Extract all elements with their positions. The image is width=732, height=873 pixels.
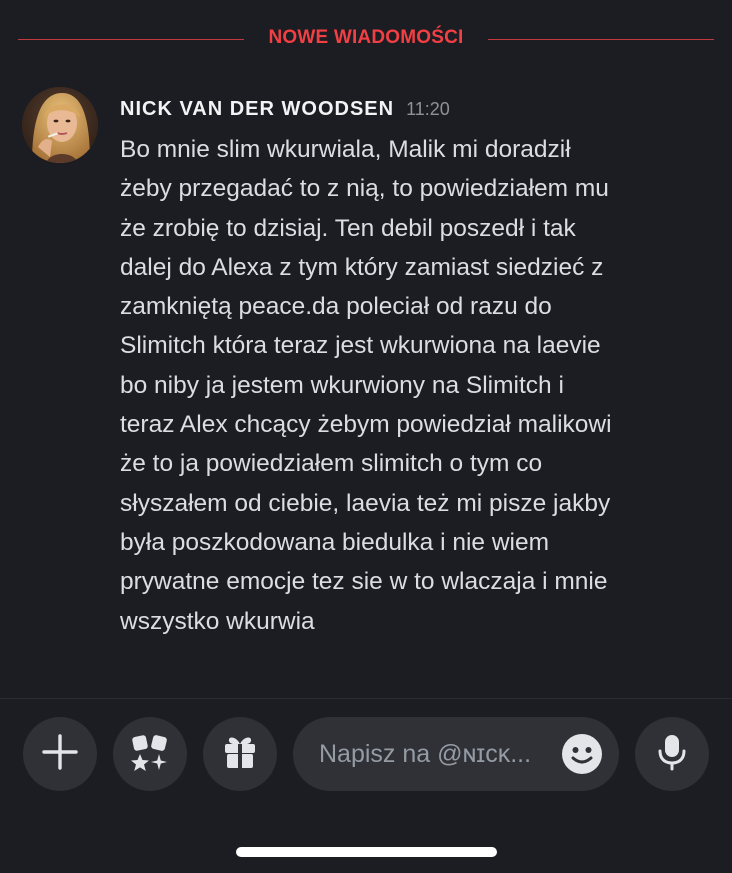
author-name[interactable]: NICK VAN DER WOODSEN <box>120 98 394 120</box>
message-text: Bo mnie slim wkurwiala, Malik mi doradzi… <box>120 136 612 635</box>
message-input[interactable]: Napisz na @ɴɪᴄᴋ... <box>293 717 619 791</box>
add-button[interactable] <box>23 717 97 791</box>
divider-line-right <box>488 39 714 40</box>
message-header: NICK VAN DER WOODSEN 11:20 <box>120 98 450 121</box>
voice-message-button[interactable] <box>635 717 709 791</box>
message-input-placeholder: Napisz na @ɴɪᴄᴋ... <box>319 740 532 768</box>
home-indicator <box>236 847 497 857</box>
avatar[interactable] <box>22 87 98 163</box>
new-messages-divider: NOWE WIADOMOŚCI <box>18 22 714 56</box>
gift-icon <box>220 732 260 776</box>
composer-separator <box>0 698 732 699</box>
plus-icon <box>40 732 80 776</box>
apps-button[interactable] <box>113 717 187 791</box>
emoji-icon[interactable] <box>561 733 603 775</box>
message-timestamp: 11:20 <box>406 99 450 119</box>
gift-button[interactable] <box>203 717 277 791</box>
divider-line-left <box>18 39 244 40</box>
new-messages-label: NOWE WIADOMOŚCI <box>268 27 464 48</box>
apps-icon <box>129 731 171 777</box>
microphone-icon <box>652 732 692 776</box>
